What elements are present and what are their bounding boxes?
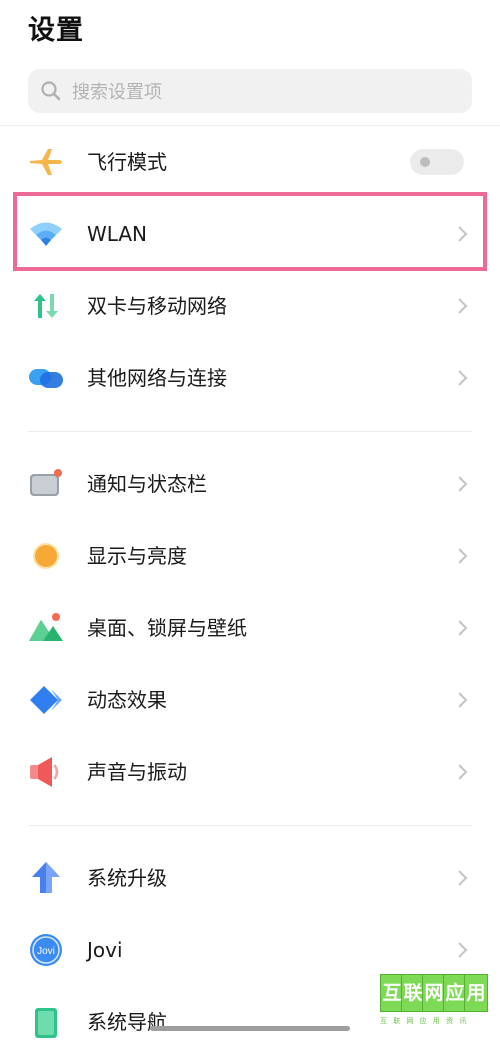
airplane-mode-toggle[interactable] (410, 149, 464, 175)
chevron-right-icon (458, 692, 468, 708)
setting-notifications[interactable]: 通知与状态栏 (0, 448, 500, 520)
notification-icon (30, 469, 62, 496)
setting-label: 通知与状态栏 (87, 472, 207, 496)
connections-icon (29, 369, 63, 388)
dual-sim-icon (34, 294, 58, 318)
speaker-icon (30, 757, 59, 787)
setting-wlan[interactable]: WLAN (0, 198, 500, 270)
setting-label: 系统导航 (87, 1010, 167, 1034)
setting-label: 显示与亮度 (87, 544, 187, 568)
setting-effects[interactable]: 动态效果 (0, 664, 500, 736)
watermark-subtext: 互 联 网 应 用 资 讯 (380, 1017, 469, 1025)
chevron-right-icon (458, 298, 468, 314)
toggle-knob (420, 157, 430, 167)
chevron-right-icon (458, 620, 468, 636)
airplane-icon (30, 149, 62, 175)
setting-label: 其他网络与连接 (87, 366, 227, 390)
section-divider (28, 825, 472, 826)
setting-system-update[interactable]: 系统升级 (0, 842, 500, 914)
setting-airplane-mode[interactable]: 飞行模式 (0, 126, 500, 198)
section-divider (28, 431, 472, 432)
watermark-logo: 互 联 网 应 用 互 联 网 应 用 资 讯 (380, 974, 488, 1026)
wifi-icon (30, 222, 62, 246)
brightness-icon (33, 543, 59, 569)
setting-sound[interactable]: 声音与振动 (0, 736, 500, 808)
navigation-icon (35, 1008, 57, 1038)
setting-label: 飞行模式 (87, 150, 167, 174)
setting-dual-sim[interactable]: 双卡与移动网络 (0, 270, 500, 342)
chevron-right-icon (458, 942, 468, 958)
wallpaper-icon (29, 613, 63, 641)
jovi-icon-text: Jovi (37, 946, 55, 957)
setting-label: WLAN (87, 222, 148, 246)
setting-other-networks[interactable]: 其他网络与连接 (0, 342, 500, 414)
search-placeholder: 搜索设置项 (72, 82, 162, 103)
setting-wallpaper[interactable]: 桌面、锁屏与壁纸 (0, 592, 500, 664)
setting-display[interactable]: 显示与亮度 (0, 520, 500, 592)
setting-label: Jovi (87, 938, 123, 962)
setting-label: 动态效果 (87, 688, 167, 712)
setting-label: 桌面、锁屏与壁纸 (87, 616, 247, 640)
chevron-right-icon (458, 764, 468, 780)
chevron-right-icon (458, 870, 468, 886)
chevron-right-icon (458, 476, 468, 492)
setting-label: 双卡与移动网络 (87, 294, 227, 318)
chevron-right-icon (458, 548, 468, 564)
page-title: 设置 (28, 15, 84, 46)
chevron-right-icon (458, 370, 468, 386)
search-icon (41, 81, 61, 101)
animation-icon (30, 686, 62, 714)
chevron-right-icon (458, 226, 468, 242)
jovi-icon: Jovi (30, 934, 62, 966)
upgrade-arrow-icon (32, 862, 60, 893)
watermark-char: 用 (464, 974, 488, 1012)
search-bar[interactable]: 搜索设置项 (28, 69, 472, 113)
setting-label: 声音与振动 (87, 760, 187, 784)
setting-label: 系统升级 (87, 866, 167, 890)
home-indicator[interactable] (150, 1026, 350, 1031)
